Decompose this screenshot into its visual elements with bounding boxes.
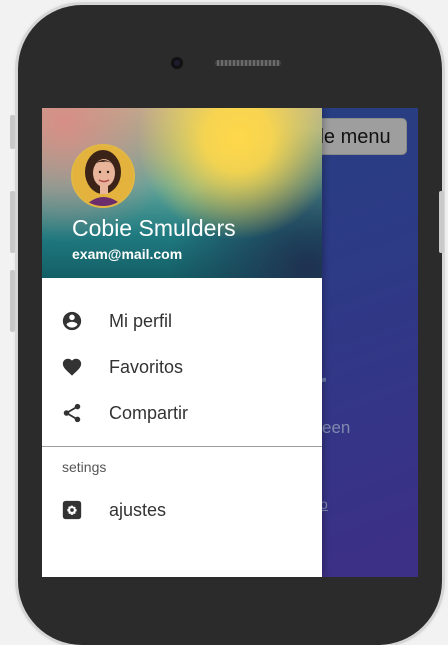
menu-item-favoritos[interactable]: Favoritos <box>42 344 322 390</box>
volume-up-button <box>10 191 15 253</box>
mute-switch <box>10 115 15 149</box>
navigation-drawer: Cobie Smulders exam@mail.com Mi perfil F… <box>42 108 322 577</box>
settings-icon <box>62 500 82 520</box>
menu-item-label: Favoritos <box>109 356 184 377</box>
account-circle-icon <box>62 311 82 331</box>
menu-item-label: Compartir <box>109 402 189 423</box>
app-screen: gle menu r een o Cobie Smulders exam@mai… <box>42 108 418 577</box>
menu-item-mi-perfil[interactable]: Mi perfil <box>42 298 322 344</box>
heart-icon <box>62 358 82 376</box>
user-name: Cobie Smulders <box>72 215 236 241</box>
menu-item-compartir[interactable]: Compartir <box>42 390 322 436</box>
menu-item-ajustes[interactable]: ajustes <box>42 487 322 533</box>
drawer-header: Cobie Smulders exam@mail.com <box>42 108 322 278</box>
power-button <box>439 191 444 253</box>
volume-down-button <box>10 270 15 332</box>
avatar-image <box>73 146 133 206</box>
user-email: exam@mail.com <box>72 246 183 262</box>
front-camera <box>171 57 183 69</box>
earpiece-speaker <box>215 60 281 66</box>
menu-item-label: ajustes <box>109 499 167 520</box>
avatar[interactable] <box>71 144 135 208</box>
menu-divider <box>42 446 322 447</box>
section-header-settings: setings <box>62 459 107 475</box>
share-icon <box>63 403 81 423</box>
menu-item-label: Mi perfil <box>109 310 173 331</box>
background-subtitle: een <box>322 418 351 437</box>
